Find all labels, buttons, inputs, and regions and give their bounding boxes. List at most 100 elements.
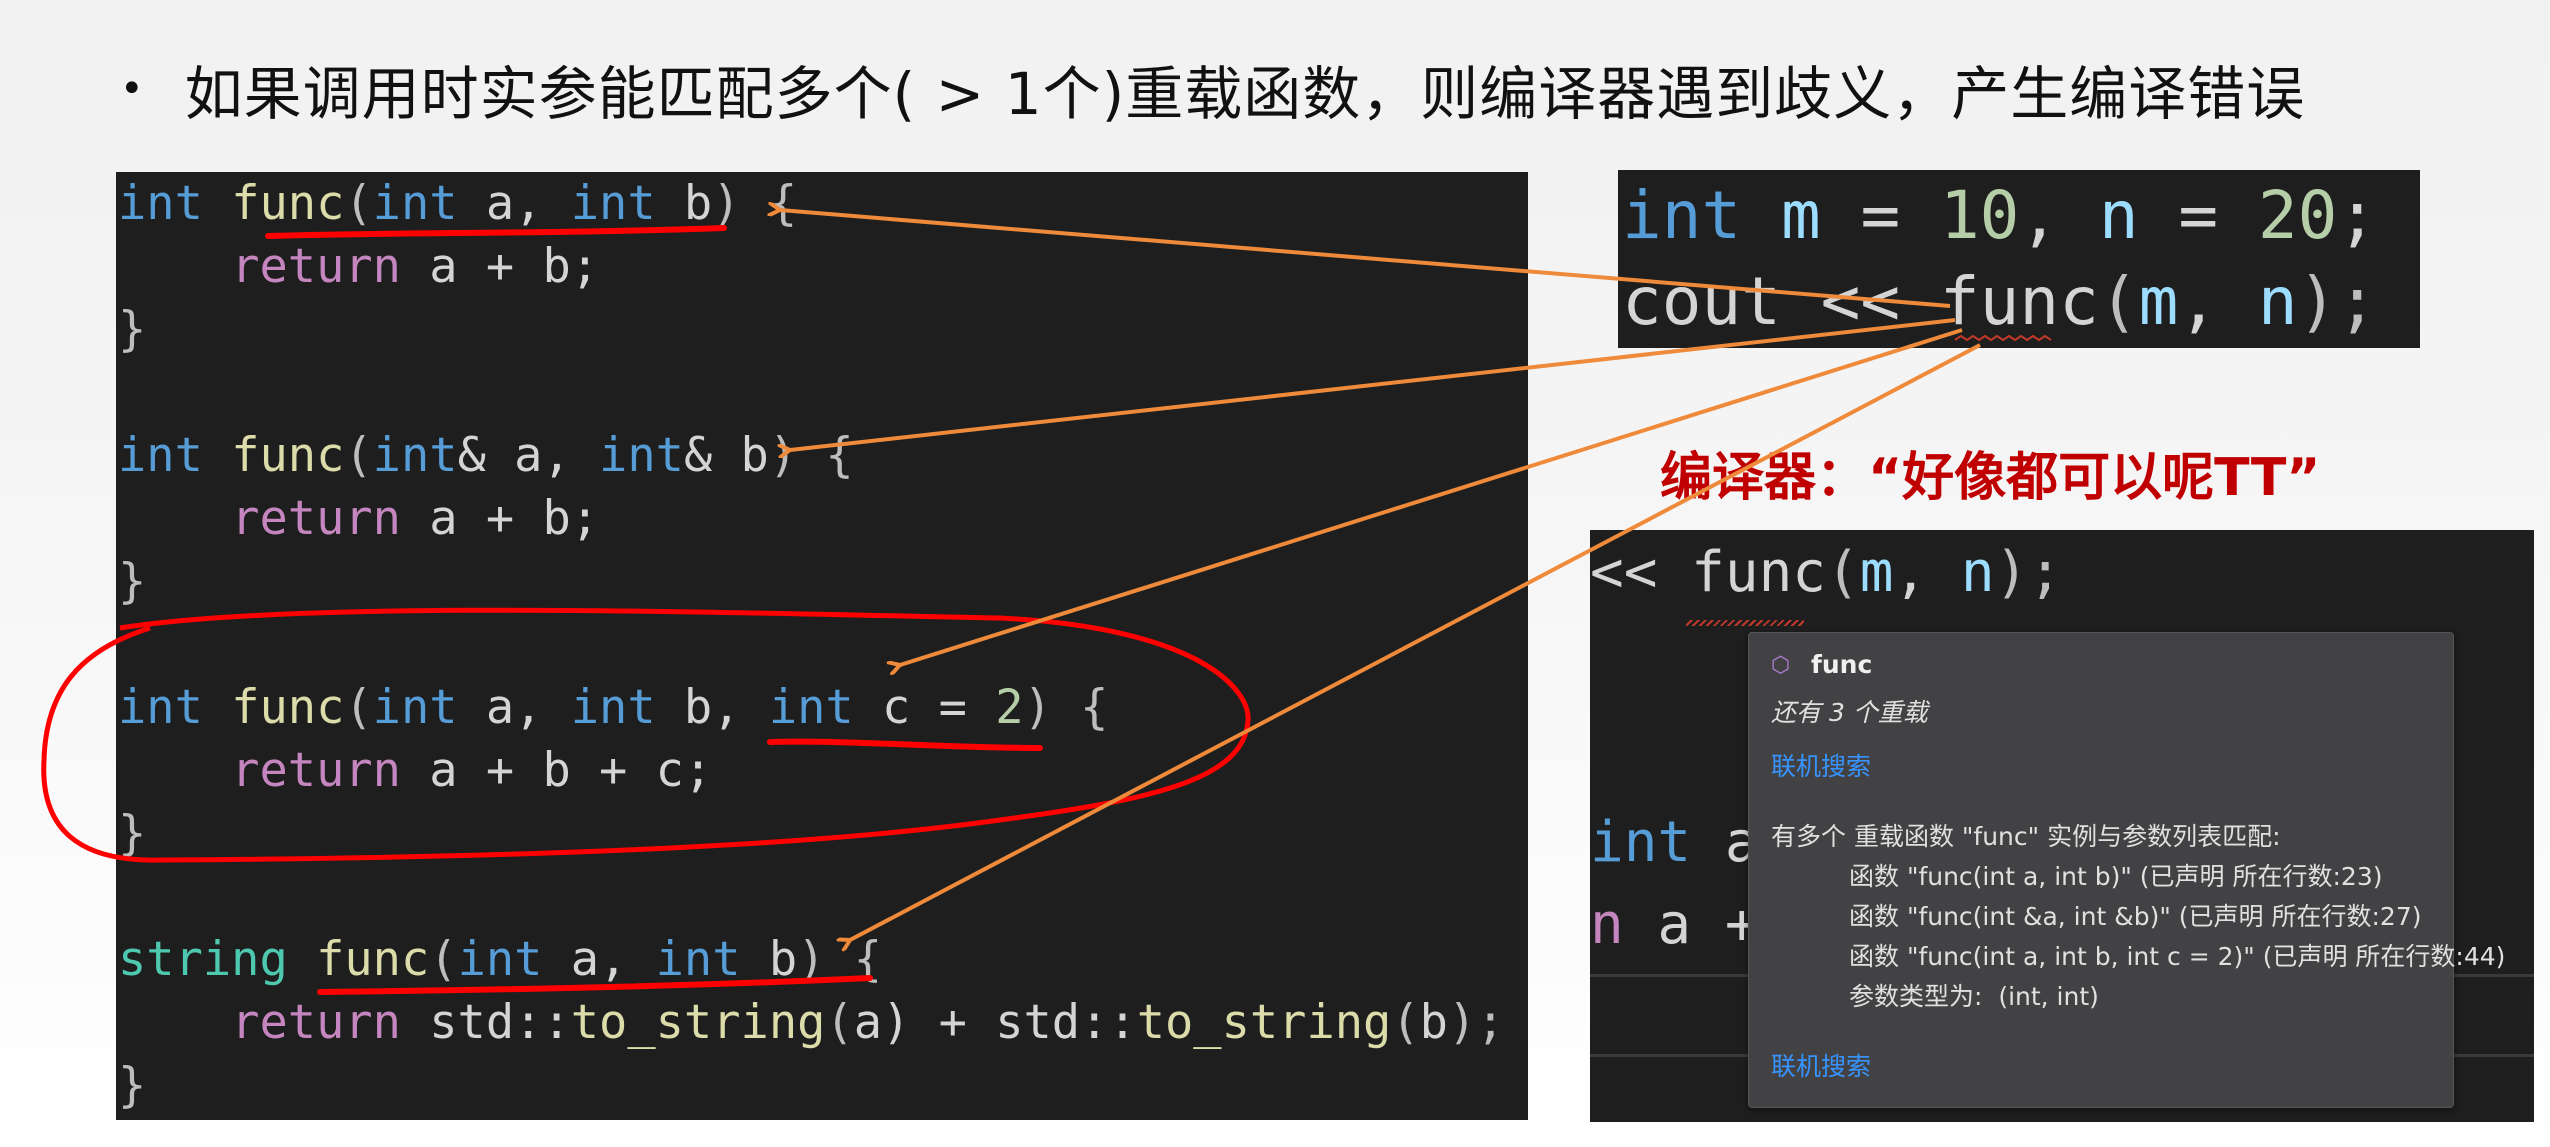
code-token: func [231, 680, 345, 735]
slide-heading: • 如果调用时实参能匹配多个( > 1个)重载函数，则编译器遇到歧义，产生编译错… [120, 44, 2305, 134]
code-token: a [853, 995, 883, 1050]
code-token: a, [457, 680, 571, 735]
search-online-link[interactable]: 联机搜索 [1771, 747, 1871, 783]
code-token: ) { [1023, 680, 1109, 735]
code-token: int [655, 932, 741, 987]
candidate-1: 函数 "func(int a, int b)" (已声明 所在行数:23) [1849, 862, 2383, 891]
code-token: c = [853, 680, 996, 735]
code-token: ( [344, 176, 373, 231]
code-token: ); [2297, 263, 2378, 340]
code-token: , [2178, 263, 2258, 340]
code-token: return [231, 743, 401, 798]
code-token: func [231, 428, 345, 483]
error-message: 有多个 重载函数 "func" 实例与参数列表匹配: [1771, 822, 2281, 851]
function-symbol-icon: ⬡ [1771, 653, 1791, 678]
code-token: ( [344, 428, 373, 483]
code-token: b [1419, 995, 1448, 1050]
code-token: std:: [400, 995, 571, 1050]
code-token: cout << [1622, 263, 1940, 340]
code-line: int func(int& a, int& b) { [118, 424, 1505, 487]
code-token: , [2019, 177, 2099, 254]
code-token: << [1590, 540, 1692, 605]
argument-types: 参数类型为: (int, int) [1849, 982, 2099, 1011]
code-token: to_string [570, 995, 826, 1050]
code-token: func [231, 176, 345, 231]
code-token: a + b; [400, 239, 600, 294]
code-token: m [1859, 540, 1894, 605]
code-token: a + b + c; [400, 743, 713, 798]
code-line: return a + b; [118, 235, 1505, 298]
compiler-note: 编译器：“好像都可以呢TT” [1660, 448, 2321, 508]
code-token: int [570, 176, 656, 231]
code-token: int [599, 428, 684, 483]
candidate-3: 函数 "func(int a, int b, int c = 2)" (已声明 … [1849, 942, 2506, 971]
error-squiggle [1686, 620, 1804, 626]
code-token: return [231, 995, 401, 1050]
code-token: func [316, 932, 430, 987]
code-token: int [118, 680, 203, 735]
code-token: n [2098, 177, 2139, 254]
code-line: int func(int a, int b) { [118, 172, 1505, 235]
ide-code-line: int a [1590, 810, 1759, 875]
code-token: b, [655, 680, 769, 735]
code-token: a + [1623, 892, 1759, 957]
code-token: = [1820, 177, 1940, 254]
code-token: ; [2337, 177, 2378, 254]
code-token: ) { [768, 428, 854, 483]
call-code-lines: int m = 10, n = 20; cout << func(m, n); [1622, 173, 2377, 345]
code-token: ( [1391, 995, 1420, 1050]
code-token: } [118, 806, 147, 861]
code-token: func [1939, 263, 2099, 340]
intellisense-hover-popup: ⬡ func 还有 3 个重载 联机搜索 有多个 重载函数 "func" 实例与… [1748, 632, 2505, 1108]
candidate-2: 函数 "func(int &a, int &b)" (已声明 所在行数:27) [1849, 902, 2422, 931]
code-token: a, [542, 932, 656, 987]
code-token: ) { [712, 176, 798, 231]
code-line: int func(int a, int b, int c = 2) { [118, 676, 1505, 739]
code-line: return a + b; [118, 487, 1505, 550]
code-token: , [1893, 540, 1961, 605]
code-token: ( [2098, 263, 2139, 340]
code-token: a + b; [400, 491, 600, 546]
code-token: string [118, 932, 288, 987]
heading-text: 如果调用时实参能匹配多个( > 1个)重载函数，则编译器遇到歧义，产生编译错误 [184, 60, 2306, 128]
code-token: = [2138, 177, 2258, 254]
code-token: ( [429, 932, 458, 987]
code-token: n [1960, 540, 1995, 605]
code-token: return [231, 239, 401, 294]
code-token: int [372, 176, 458, 231]
code-token: int [372, 680, 458, 735]
ide-code-line: n a + [1590, 892, 1759, 957]
code-token: & a, [457, 428, 600, 483]
code-token: int [457, 932, 543, 987]
code-token: m [1780, 177, 1821, 254]
code-token: m [2138, 263, 2179, 340]
code-line: } [118, 1054, 1505, 1117]
code-token: int [1590, 810, 1692, 875]
overload-definitions-code: int func(int a, int b) { return a + b;} … [116, 172, 1528, 1120]
code-token: int [570, 680, 656, 735]
code-token: 20 [2257, 177, 2338, 254]
code-token: b [740, 932, 798, 987]
code-token: } [118, 302, 147, 357]
code-token: ) + std:: [882, 995, 1137, 1050]
code-token: ( [825, 995, 854, 1050]
code-token: a, [457, 176, 571, 231]
search-online-link-bottom[interactable]: 联机搜索 [1771, 1047, 1871, 1083]
code-token: n [2257, 263, 2298, 340]
code-token: int [372, 428, 458, 483]
ide-call-line: << func(m, n); [1590, 540, 2062, 605]
code-token: int [1622, 177, 1742, 254]
code-token: ); [1447, 995, 1505, 1050]
code-token: func [1691, 540, 1827, 605]
code-line: } [118, 550, 1505, 613]
